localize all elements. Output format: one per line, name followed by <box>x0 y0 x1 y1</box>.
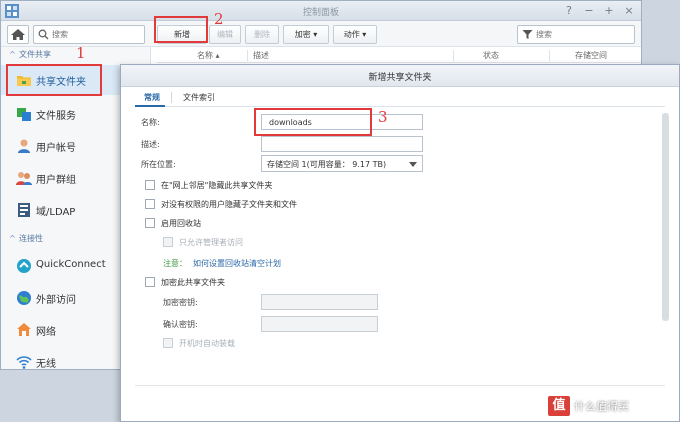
sidebar-item-label: QuickConnect <box>36 259 106 270</box>
dialog-title: 新增共享文件夹 <box>368 73 432 83</box>
encryption-key-label: 加密密钥: <box>163 298 198 307</box>
name-field-label: 名称: <box>141 118 160 127</box>
sidebar-item-label: 用户群组 <box>36 175 76 186</box>
encryption-key-input[interactable] <box>261 294 378 310</box>
wifi-icon <box>16 356 32 369</box>
checkbox-label: 在"网上邻居"隐藏此共享文件夹 <box>161 181 273 190</box>
annotation-number: 3 <box>378 108 388 126</box>
column-divider <box>247 50 248 61</box>
tab-general[interactable]: 常规 <box>144 92 160 103</box>
search-icon <box>38 29 49 40</box>
domain-icon <box>18 203 30 217</box>
delete-button[interactable]: 删除 <box>245 25 279 44</box>
create-shared-folder-dialog: 新增共享文件夹 常规 文件索引 名称: 描述: 所在位置: 存储空间 1(可用容… <box>120 64 680 422</box>
column-header-name[interactable]: 名称 ▴ <box>197 50 220 61</box>
home-button[interactable] <box>7 25 29 44</box>
annotation-box-shared-folder <box>6 64 102 96</box>
list-filter-box[interactable] <box>517 25 635 44</box>
title-bar: 控制面板 ? − + × <box>1 1 641 21</box>
dialog-tabs: 常规 文件索引 <box>135 89 665 107</box>
dialog-title-bar: 新增共享文件夹 <box>121 65 679 87</box>
sidebar-item-label: 外部访问 <box>36 295 76 306</box>
note-label: 注意： <box>163 259 187 268</box>
action-dropdown-button[interactable]: 动作 ▾ <box>333 25 377 44</box>
watermark-text: 什么值得买 <box>574 400 629 413</box>
recycle-bin-note: 注意： 如何设置回收站清空计划 <box>163 258 281 269</box>
quickconnect-icon <box>17 259 31 273</box>
chevron-down-icon <box>409 162 417 167</box>
auto-mount-checkbox[interactable] <box>163 338 173 348</box>
hide-in-network-checkbox[interactable] <box>145 180 155 190</box>
list-search-input[interactable] <box>536 27 624 42</box>
sidebar-search-box[interactable] <box>33 25 145 44</box>
annotation-box-name-input <box>254 108 372 136</box>
sidebar-item-label: 域/LDAP <box>36 207 76 218</box>
annotation-number: 1 <box>76 44 86 62</box>
chevron-up-icon: ^ <box>9 234 16 243</box>
checkbox-label: 启用回收站 <box>161 219 201 228</box>
column-header-storage[interactable]: 存储空间 <box>575 50 607 61</box>
annotation-number: 2 <box>214 10 224 28</box>
active-tab-indicator <box>135 105 165 107</box>
sidebar-item-label: 无线 <box>36 359 56 370</box>
location-selected-value: 存储空间 1(可用容量： 9.17 TB) <box>267 160 387 169</box>
confirm-key-input[interactable] <box>261 316 378 332</box>
sidebar-section-file-sharing[interactable]: ^ 文件共享 <box>9 49 51 63</box>
admin-only-checkbox[interactable] <box>163 237 173 247</box>
help-icon[interactable]: ? <box>561 3 577 19</box>
recycle-schedule-help-link[interactable]: 如何设置回收站清空计划 <box>193 259 281 268</box>
column-divider <box>453 50 454 61</box>
column-header-status[interactable]: 状态 <box>483 50 499 61</box>
filter-icon <box>522 30 533 39</box>
sidebar-section-connectivity[interactable]: ^ 连接性 <box>9 233 43 247</box>
sidebar-item-label: 文件服务 <box>36 111 76 122</box>
group-icon <box>16 172 32 185</box>
table-header: 名称 ▴ 描述 状态 存储空间 <box>157 48 641 63</box>
file-services-icon <box>17 108 31 121</box>
tab-divider <box>171 92 172 103</box>
encrypt-folder-checkbox[interactable] <box>145 277 155 287</box>
minimize-icon[interactable]: − <box>581 3 597 19</box>
enable-recycle-bin-checkbox[interactable] <box>145 218 155 228</box>
checkbox-label: 只允许管理者访问 <box>179 238 243 247</box>
column-divider <box>549 50 550 61</box>
description-input[interactable] <box>261 136 423 152</box>
globe-icon <box>17 291 31 305</box>
watermark: 值 什么值得买 <box>548 396 678 416</box>
maximize-icon[interactable]: + <box>601 3 617 19</box>
column-header-description[interactable]: 描述 <box>253 50 269 61</box>
dialog-scrollbar[interactable] <box>662 113 669 321</box>
description-field-label: 描述: <box>141 140 160 149</box>
annotation-box-create-button <box>154 16 208 43</box>
checkbox-label: 对没有权限的用户隐藏子文件夹和文件 <box>161 200 297 209</box>
chevron-up-icon: ^ <box>9 50 16 59</box>
watermark-logo-icon: 值 <box>548 396 570 416</box>
window-title: 控制面板 <box>302 8 339 18</box>
location-select[interactable]: 存储空间 1(可用容量： 9.17 TB) <box>261 155 423 172</box>
checkbox-label: 开机时自动装载 <box>179 339 235 348</box>
home-icon <box>11 29 25 40</box>
location-field-label: 所在位置: <box>141 160 176 169</box>
dialog-footer-divider <box>135 385 665 386</box>
encrypt-dropdown-button[interactable]: 加密 ▾ <box>283 25 329 44</box>
sidebar-item-label: 网络 <box>36 327 56 338</box>
tab-file-indexing[interactable]: 文件索引 <box>183 92 215 103</box>
sidebar-search-input[interactable] <box>52 27 140 42</box>
user-icon <box>18 139 30 153</box>
confirm-key-label: 确认密钥: <box>163 320 198 329</box>
network-icon <box>17 323 31 336</box>
toolbar: 新增 编辑 删除 加密 ▾ 动作 ▾ <box>1 21 641 47</box>
close-icon[interactable]: × <box>621 3 637 19</box>
hide-subfolders-checkbox[interactable] <box>145 199 155 209</box>
sidebar-item-label: 用户帐号 <box>36 143 76 154</box>
checkbox-label: 加密此共享文件夹 <box>161 278 225 287</box>
